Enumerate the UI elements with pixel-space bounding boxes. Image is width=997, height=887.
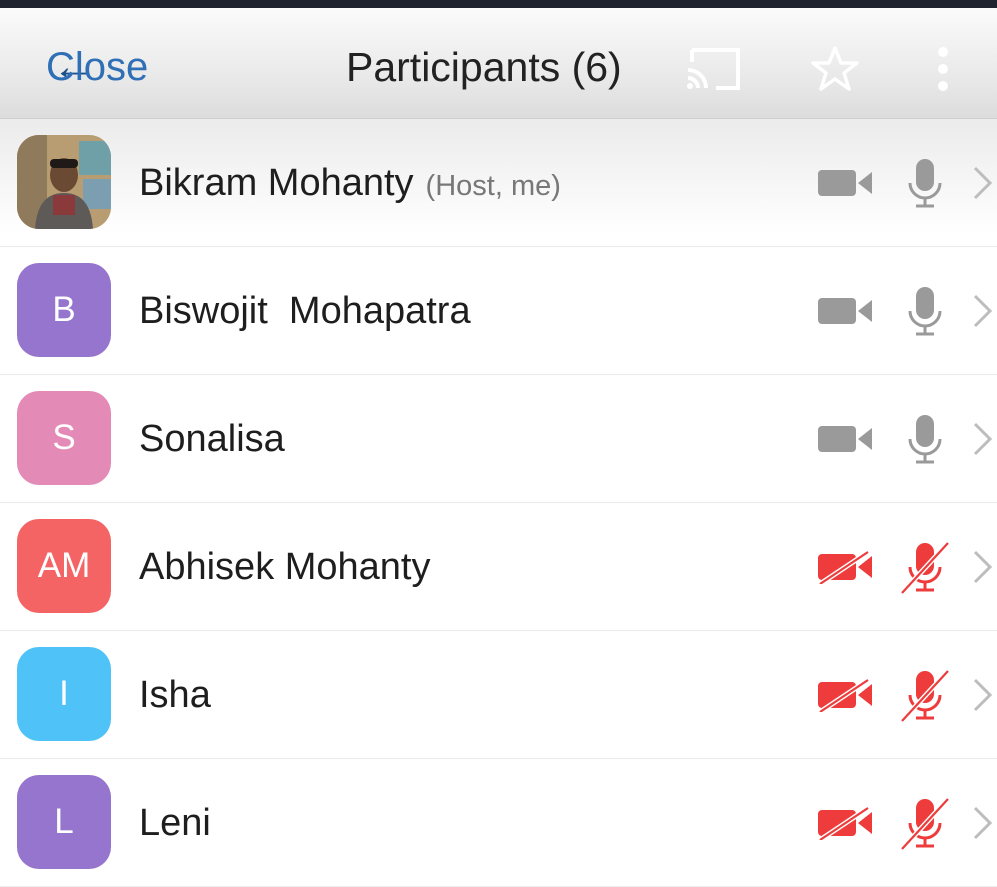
participant-row[interactable]: B Biswojit Mohapatra bbox=[0, 247, 997, 375]
participant-row[interactable]: Bikram Mohanty (Host, me) bbox=[0, 119, 997, 247]
avatar: AM bbox=[17, 519, 111, 613]
microphone-muted-icon[interactable] bbox=[900, 669, 950, 723]
chevron-right-icon[interactable] bbox=[970, 547, 994, 587]
participant-row[interactable]: AM Abhisek Mohanty bbox=[0, 503, 997, 631]
status-bar bbox=[0, 0, 997, 8]
chevron-right-icon[interactable] bbox=[970, 675, 994, 715]
close-button[interactable]: ← Close bbox=[46, 42, 148, 92]
avatar: S bbox=[17, 391, 111, 485]
avatar-initials: B bbox=[52, 290, 76, 329]
participant-name: Abhisek Mohanty bbox=[139, 546, 431, 588]
video-icon[interactable] bbox=[816, 422, 874, 456]
avatar-initials: AM bbox=[37, 546, 91, 585]
participant-row[interactable]: L Leni bbox=[0, 759, 997, 887]
participant-name-container: Isha bbox=[139, 667, 211, 723]
participant-name: Bikram Mohanty bbox=[139, 162, 414, 204]
avatar-initials: I bbox=[59, 674, 69, 713]
microphone-icon[interactable] bbox=[900, 157, 950, 211]
chevron-right-icon[interactable] bbox=[970, 291, 994, 331]
avatar-initials: L bbox=[54, 802, 74, 841]
microphone-icon[interactable] bbox=[900, 413, 950, 467]
microphone-icon[interactable] bbox=[900, 285, 950, 339]
more-options-icon[interactable] bbox=[934, 44, 952, 94]
participant-name: Sonalisa bbox=[139, 418, 285, 460]
chevron-right-icon[interactable] bbox=[970, 163, 994, 203]
cast-icon[interactable] bbox=[686, 46, 742, 92]
avatar bbox=[17, 135, 111, 229]
microphone-muted-icon[interactable] bbox=[900, 541, 950, 595]
star-icon[interactable] bbox=[810, 44, 860, 94]
participant-name-container: Leni bbox=[139, 795, 211, 851]
video-off-icon[interactable] bbox=[816, 678, 874, 712]
participant-photo bbox=[17, 135, 111, 229]
video-icon[interactable] bbox=[816, 294, 874, 328]
participant-name-container: Sonalisa bbox=[139, 411, 285, 467]
microphone-muted-icon[interactable] bbox=[900, 797, 950, 851]
participant-name-container: Biswojit Mohapatra bbox=[139, 283, 471, 339]
page-title: Participants (6) bbox=[346, 44, 622, 90]
participants-header: ← Close Participants (6) bbox=[0, 8, 997, 119]
video-icon[interactable] bbox=[816, 166, 874, 200]
participant-row[interactable]: I Isha bbox=[0, 631, 997, 759]
close-label: Close bbox=[46, 45, 149, 89]
participant-role: (Host, me) bbox=[425, 170, 561, 202]
participant-name-container: Bikram Mohanty (Host, me) bbox=[139, 155, 561, 214]
video-off-icon[interactable] bbox=[816, 806, 874, 840]
avatar-initials: S bbox=[52, 418, 76, 457]
participant-name-container: Abhisek Mohanty bbox=[139, 539, 431, 595]
avatar: B bbox=[17, 263, 111, 357]
chevron-right-icon[interactable] bbox=[970, 419, 994, 459]
avatar: I bbox=[17, 647, 111, 741]
participant-list: Bikram Mohanty (Host, me) B Biswojit Mohapa… bbox=[0, 119, 997, 887]
participant-name: Leni bbox=[139, 802, 211, 844]
participant-name: Isha bbox=[139, 674, 211, 716]
participant-name: Biswojit Mohapatra bbox=[139, 290, 471, 332]
avatar: L bbox=[17, 775, 111, 869]
participant-row[interactable]: S Sonalisa bbox=[0, 375, 997, 503]
video-off-icon[interactable] bbox=[816, 550, 874, 584]
chevron-right-icon[interactable] bbox=[970, 803, 994, 843]
